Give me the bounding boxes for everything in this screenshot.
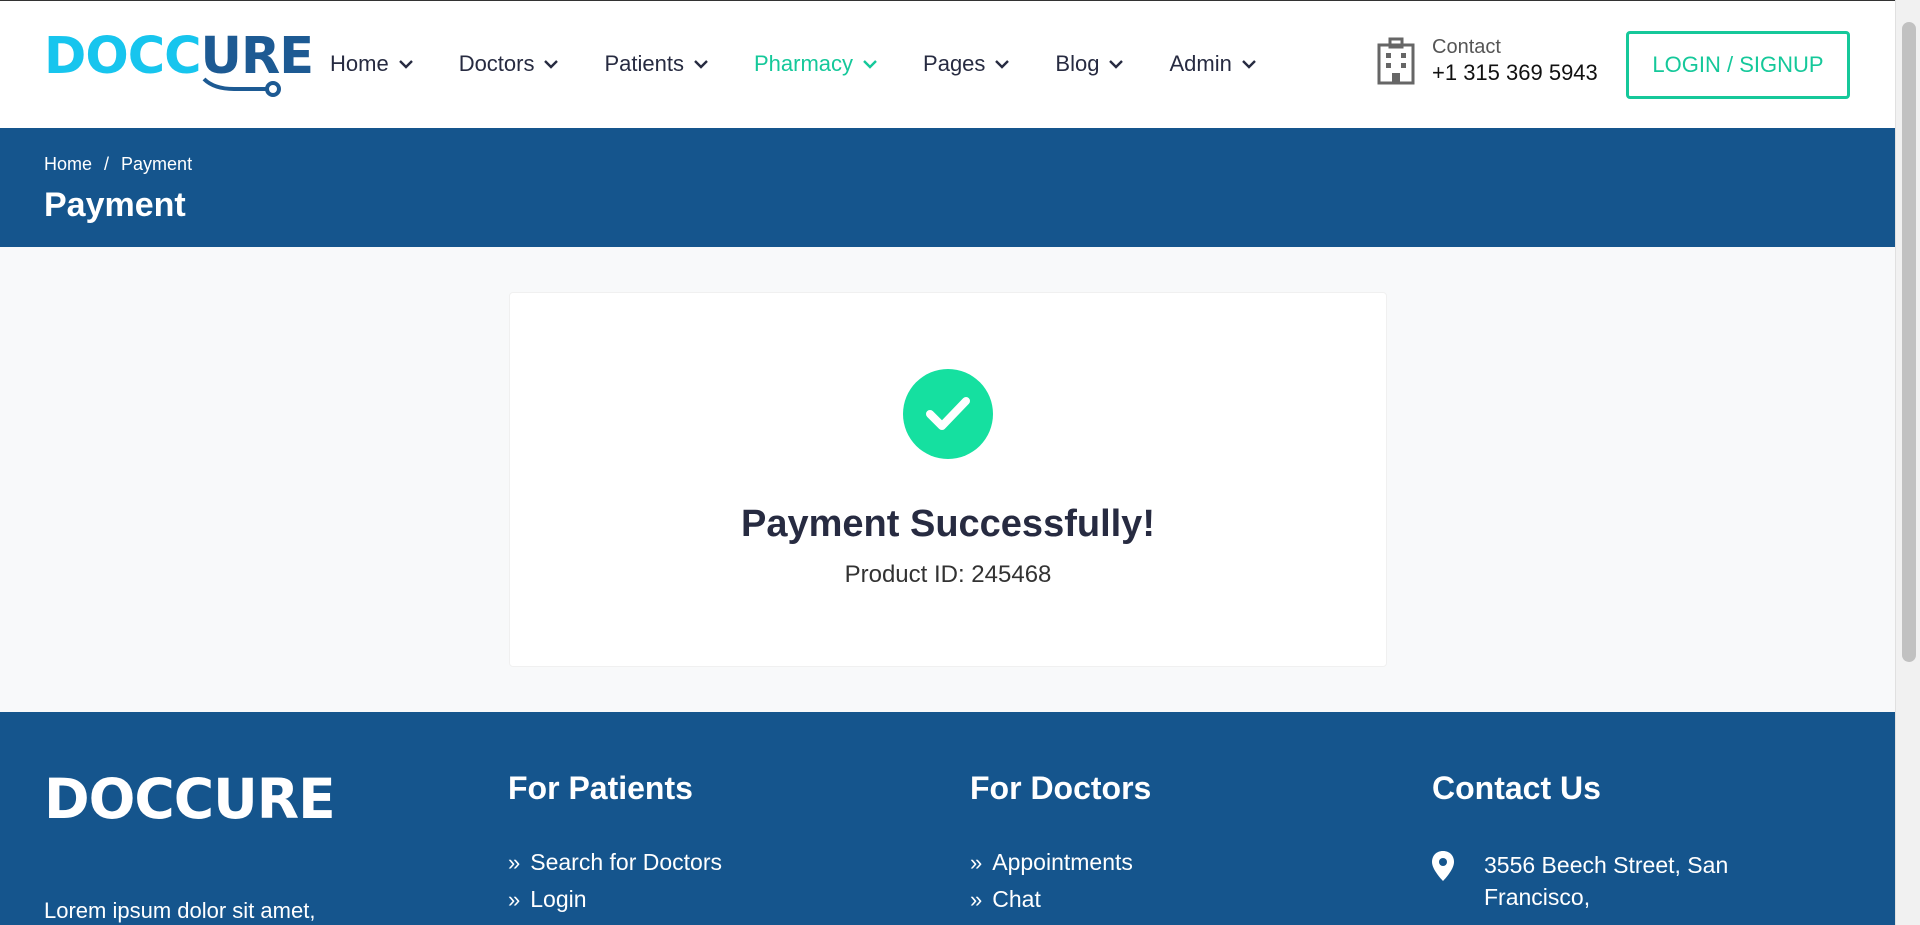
breadcrumb-separator: / xyxy=(104,154,110,174)
chevron-down-icon xyxy=(995,59,1010,69)
double-chevron-right-icon: » xyxy=(508,886,521,912)
footer-heading: For Patients xyxy=(508,770,693,806)
chevron-down-icon xyxy=(863,59,877,69)
nav-patients[interactable]: Patients xyxy=(604,51,708,77)
breadcrumb: Home / Payment xyxy=(44,154,192,175)
footer-link-login[interactable]: » Login xyxy=(508,886,722,913)
contact-label: Contact xyxy=(1432,36,1501,58)
payment-success-card: Payment Successfully! Product ID: 245468 xyxy=(509,292,1387,667)
scrollbar[interactable] xyxy=(1895,0,1920,925)
double-chevron-right-icon: » xyxy=(970,886,983,912)
check-circle-icon xyxy=(903,369,993,459)
nav-doctors[interactable]: Doctors xyxy=(459,51,559,77)
success-title: Payment Successfully! xyxy=(741,503,1155,545)
scrollbar-thumb[interactable] xyxy=(1902,22,1916,662)
footer-description: Lorem ipsum dolor sit amet, xyxy=(44,898,316,923)
contact-phone[interactable]: +1 315 369 5943 xyxy=(1432,59,1598,88)
footer-link-chat[interactable]: » Chat xyxy=(970,886,1151,913)
footer-for-patients: For Patients » Search for Doctors » Login xyxy=(508,770,722,923)
product-id: Product ID: 245468 xyxy=(844,561,1052,588)
breadcrumb-home[interactable]: Home xyxy=(44,154,92,175)
footer-heading: For Doctors xyxy=(970,770,1152,806)
breadcrumb-current: Payment xyxy=(121,154,193,174)
footer-link-appointments[interactable]: » Appointments xyxy=(970,849,1151,876)
double-chevron-right-icon: » xyxy=(970,849,983,875)
chevron-down-icon xyxy=(694,59,708,69)
stethoscope-icon xyxy=(202,77,281,97)
nav-home[interactable]: Home xyxy=(330,51,413,77)
login-signup-button[interactable]: LOGIN / SIGNUP xyxy=(1626,31,1850,99)
site-footer: DOCCURE Lorem ipsum dolor sit amet, For … xyxy=(0,712,1895,925)
nav-pharmacy[interactable]: Pharmacy xyxy=(754,51,877,77)
site-header: DOCCURE Home Doctors Patients Pharmacy P… xyxy=(0,0,1895,128)
double-chevron-right-icon: » xyxy=(508,849,521,875)
footer-for-doctors: For Doctors » Appointments » Chat xyxy=(970,770,1151,923)
map-pin-icon xyxy=(1432,851,1454,881)
nav-admin[interactable]: Admin xyxy=(1169,51,1256,77)
logo[interactable]: DOCCURE xyxy=(44,31,314,97)
main-nav: Home Doctors Patients Pharmacy Pages Blo… xyxy=(330,51,1302,77)
hospital-icon xyxy=(1376,37,1416,85)
chevron-down-icon xyxy=(1109,59,1124,69)
page-title: Payment xyxy=(44,186,186,224)
chevron-down-icon xyxy=(1241,59,1256,69)
chevron-down-icon xyxy=(544,59,559,69)
breadcrumb-bar: Home / Payment Payment xyxy=(0,128,1895,247)
footer-contact-us: Contact Us 3556 Beech Street, San Franci… xyxy=(1432,770,1728,913)
footer-heading: Contact Us xyxy=(1432,770,1601,806)
footer-logo[interactable]: DOCCURE xyxy=(44,772,336,827)
nav-pages[interactable]: Pages xyxy=(923,51,1010,77)
footer-address: 3556 Beech Street, San Francisco, xyxy=(1432,849,1728,913)
footer-link-search-doctors[interactable]: » Search for Doctors xyxy=(508,849,722,876)
address-line: Francisco, xyxy=(1484,884,1591,911)
address-line: 3556 Beech Street, San xyxy=(1484,852,1729,878)
header-contact: Contact +1 315 369 5943 xyxy=(1376,35,1598,88)
chevron-down-icon xyxy=(398,59,413,69)
nav-blog[interactable]: Blog xyxy=(1055,51,1124,77)
